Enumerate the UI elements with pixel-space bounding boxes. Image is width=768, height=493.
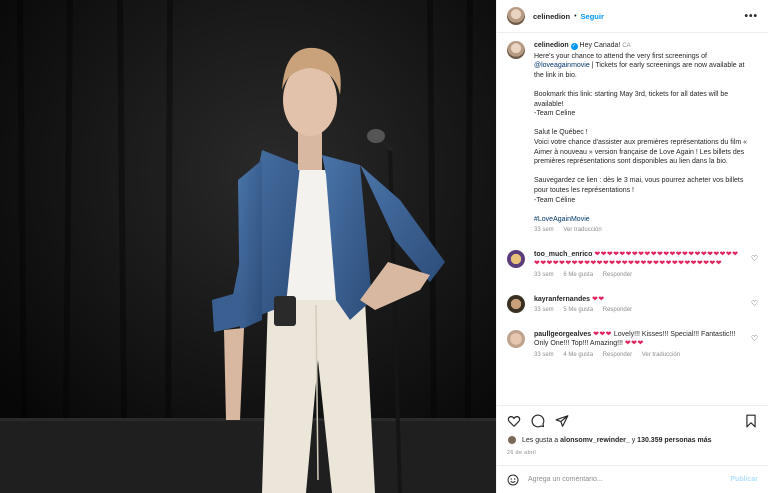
- comments-area[interactable]: celinedion ✓ Hey Canada! CA Here's your …: [497, 33, 768, 405]
- comment-likes[interactable]: 6 Me gusta: [563, 272, 593, 278]
- verified-badge-icon: ✓: [570, 43, 578, 50]
- comment-hearts: ❤❤❤: [593, 330, 612, 338]
- comment-username[interactable]: kayranfernandes: [534, 296, 590, 303]
- caption-paragraph-1: Here's your chance to attend the very fi…: [534, 52, 752, 81]
- comment-avatar[interactable]: [507, 294, 525, 313]
- likes-summary: Les gusta a alonsomv_rewinder_ y 130.359…: [507, 435, 758, 445]
- comment-heart-icon[interactable]: ♡: [751, 299, 758, 308]
- publish-button[interactable]: Publicar: [730, 476, 758, 483]
- caption-avatar[interactable]: [507, 41, 525, 59]
- comment-icon[interactable]: [531, 414, 545, 428]
- avatar[interactable]: [507, 7, 525, 25]
- comment-heart-icon[interactable]: ♡: [751, 254, 758, 263]
- comment-item: too_much_enrico ❤❤❤❤❤❤❤❤❤❤❤❤❤❤❤❤❤❤❤❤❤❤❤❤…: [507, 249, 758, 281]
- action-bar: Les gusta a alonsomv_rewinder_ y 130.359…: [497, 405, 768, 465]
- caption-meta: 33 sem Ver traducción: [534, 226, 752, 236]
- comment-meta: 33 sem 4 Me gusta Responder Ver traducci…: [534, 351, 744, 361]
- caption-username[interactable]: celinedion: [534, 42, 569, 49]
- post-header: celinedion • Seguir •••: [497, 0, 768, 33]
- liker-avatar[interactable]: [507, 435, 517, 445]
- translate-button[interactable]: Ver traducción: [642, 352, 680, 358]
- comment-time: 33 sem: [534, 352, 554, 359]
- action-icons: [507, 412, 758, 430]
- emoji-icon[interactable]: [507, 474, 519, 486]
- comment-time: 33 sem: [534, 307, 554, 314]
- caption: celinedion ✓ Hey Canada! CA Here's your …: [507, 41, 758, 236]
- comment-hearts: ❤❤❤: [624, 340, 644, 348]
- comment-item: kayranfernandes ❤❤ 33 sem 5 Me gusta Res…: [507, 294, 758, 316]
- separator-dot: •: [574, 12, 577, 20]
- bookmark-icon[interactable]: [744, 414, 758, 428]
- likes-prefix: Les gusta a: [522, 436, 561, 444]
- comment-composer: Publicar: [497, 465, 768, 493]
- comment-username[interactable]: paullgeorgealves: [534, 331, 591, 338]
- caption-text: Here's your chance to attend the very fi…: [534, 52, 707, 60]
- comment-meta: 33 sem 5 Me gusta Responder: [534, 306, 744, 316]
- reply-button[interactable]: Responder: [603, 352, 632, 358]
- comment-time: 33 sem: [534, 272, 554, 279]
- likes-count[interactable]: 130.359 personas más: [637, 437, 711, 444]
- translate-button[interactable]: Ver traducción: [563, 227, 601, 233]
- post-photo[interactable]: [0, 0, 496, 493]
- share-icon[interactable]: [555, 414, 569, 428]
- comment-likes[interactable]: 4 Me gusta: [563, 352, 593, 358]
- hashtag-link[interactable]: #LoveAgainMovie: [534, 215, 752, 225]
- comment-input[interactable]: [528, 476, 731, 483]
- reply-button[interactable]: Responder: [603, 272, 632, 278]
- comment-text: ❤❤: [591, 295, 605, 303]
- caption-body: celinedion ✓ Hey Canada! CA Here's your …: [534, 41, 752, 236]
- instagram-post: celinedion • Seguir ••• celinedion ✓ Hey…: [0, 0, 768, 493]
- post-image: [0, 0, 496, 493]
- caption-time: 33 sem: [534, 227, 554, 234]
- comment-item: paullgeorgealves ❤❤❤ Lovely!!! Kisses!!!…: [507, 329, 758, 361]
- reply-button[interactable]: Responder: [603, 307, 632, 313]
- likes-text: Les gusta a alonsomv_rewinder_ y 130.359…: [522, 437, 712, 444]
- comment-meta: 33 sem 6 Me gusta Responder: [534, 271, 744, 281]
- comment-body: paullgeorgealves ❤❤❤ Lovely!!! Kisses!!!…: [534, 330, 744, 361]
- comment-heart-icon[interactable]: ♡: [751, 334, 758, 343]
- post-sidebar: celinedion • Seguir ••• celinedion ✓ Hey…: [496, 0, 768, 493]
- more-icon[interactable]: •••: [744, 11, 758, 22]
- heart-icon[interactable]: [507, 414, 521, 428]
- caption-paragraph-4: Sauvegardez ce lien : dès le 3 mai, vous…: [534, 177, 744, 204]
- comment-username[interactable]: too_much_enrico: [534, 251, 592, 258]
- caption-paragraph-3: Salut le Québec ! Voici votre chance d'a…: [534, 129, 747, 166]
- comment-likes[interactable]: 5 Me gusta: [563, 307, 593, 313]
- caption-paragraph-2: Bookmark this link: starting May 3rd, ti…: [534, 90, 729, 118]
- liker-username[interactable]: alonsomv_rewinder_: [560, 437, 630, 444]
- header-username[interactable]: celinedion: [533, 12, 570, 21]
- comment-avatar[interactable]: [507, 249, 525, 268]
- comment-body: kayranfernandes ❤❤ 33 sem 5 Me gusta Res…: [534, 295, 744, 316]
- caption-region: CA: [622, 43, 631, 49]
- caption-intro: Hey Canada!: [579, 42, 621, 49]
- comment-body: too_much_enrico ❤❤❤❤❤❤❤❤❤❤❤❤❤❤❤❤❤❤❤❤❤❤❤❤…: [534, 250, 744, 281]
- comment-avatar[interactable]: [507, 329, 525, 348]
- follow-button[interactable]: Seguir: [581, 12, 604, 21]
- post-date[interactable]: 26 de abril: [507, 450, 758, 456]
- mention-link[interactable]: @loveagainmovie: [534, 62, 590, 69]
